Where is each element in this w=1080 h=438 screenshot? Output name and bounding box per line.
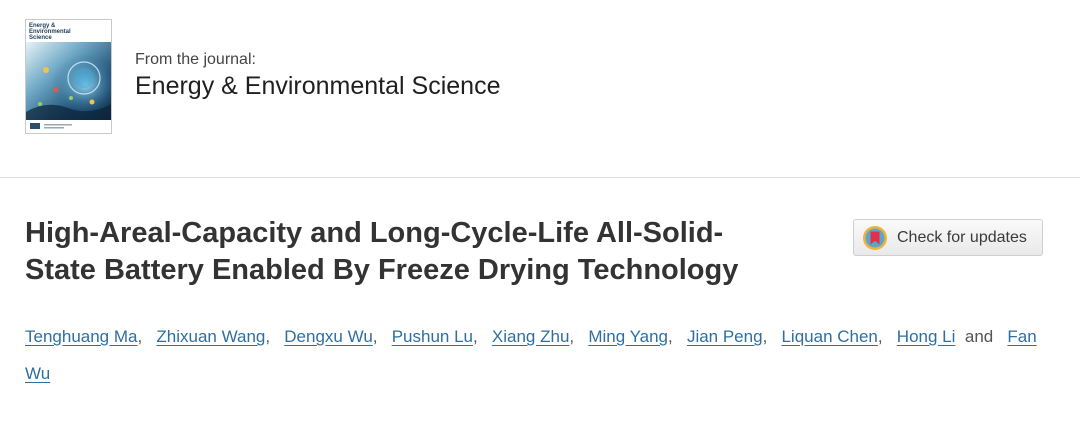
journal-cover-image[interactable]: Energy & Environmental Science bbox=[25, 19, 112, 134]
author-link[interactable]: Ming Yang bbox=[588, 327, 668, 346]
author-link[interactable]: Hong Li bbox=[897, 327, 956, 346]
author-separator: , bbox=[762, 327, 768, 346]
journal-header: Energy & Environmental Science From the … bbox=[0, 0, 1080, 177]
journal-name-link[interactable]: Energy & Environmental Science bbox=[135, 72, 500, 101]
and-word: and bbox=[964, 327, 994, 346]
article-title: High-Areal-Capacity and Long-Cycle-Life … bbox=[25, 215, 825, 289]
header-divider bbox=[0, 177, 1080, 178]
from-journal-label: From the journal: bbox=[135, 51, 256, 68]
article-title-line: High-Areal-Capacity and Long-Cycle-Life … bbox=[25, 217, 724, 249]
author-link[interactable]: Jian Peng bbox=[687, 327, 763, 346]
author-separator: , bbox=[569, 327, 575, 346]
article-page: Energy & Environmental Science From the … bbox=[0, 0, 1080, 438]
author-separator: , bbox=[372, 327, 378, 346]
author-separator: , bbox=[877, 327, 883, 346]
crossmark-icon bbox=[863, 225, 887, 250]
cover-title-line: Science bbox=[29, 35, 52, 41]
author-separator: , bbox=[668, 327, 673, 346]
author-list: Tenghuang Ma, Zhixuan Wang, Dengxu Wu, P… bbox=[25, 318, 1055, 392]
check-for-updates-label: Check for updates bbox=[897, 228, 1027, 246]
author-link[interactable]: Dengxu Wu bbox=[284, 327, 373, 346]
author-separator: , bbox=[473, 327, 478, 346]
author-separator: , bbox=[137, 327, 143, 346]
cover-title: Energy & Environmental Science bbox=[29, 23, 89, 41]
author-link[interactable]: Zhixuan Wang bbox=[156, 327, 265, 346]
article-title-line: State Battery Enabled By Freeze Drying T… bbox=[25, 254, 739, 286]
check-for-updates-button[interactable]: Check for updates bbox=[853, 219, 1043, 256]
author-link[interactable]: Tenghuang Ma bbox=[25, 327, 137, 346]
author-link[interactable]: Pushun Lu bbox=[392, 327, 473, 346]
author-link[interactable]: Liquan Chen bbox=[781, 327, 877, 346]
author-separator: , bbox=[265, 327, 271, 346]
author-link[interactable]: Xiang Zhu bbox=[492, 327, 570, 346]
